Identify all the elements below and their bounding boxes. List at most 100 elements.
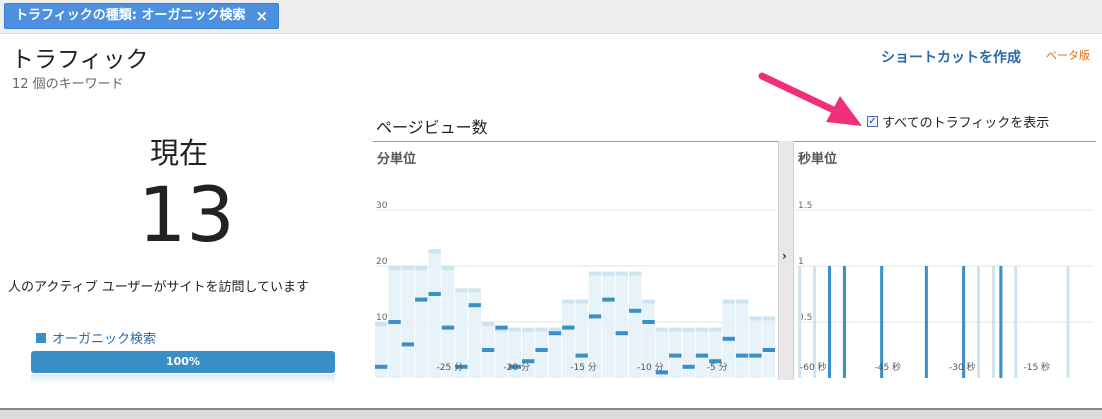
all-traffic-bar-cap [508,327,522,332]
organic-bar-marker [682,364,695,369]
chart-divider[interactable]: › [778,141,794,380]
x-tick-label: -25 分 [437,362,464,373]
all-traffic-bar [615,271,628,378]
all-traffic-bar [749,316,762,378]
show-all-traffic-checkbox[interactable]: ✓ [867,116,878,127]
beta-badge: ベータ版 [1046,49,1090,62]
all-traffic-bar [1066,266,1070,378]
filter-chip-label: トラフィックの種類: オーガニック検索 [15,8,246,23]
all-traffic-bar [375,322,388,378]
organic-bar-marker [401,342,415,347]
organic-bar-marker [468,303,481,308]
per-minute-chart-svg: 30 20 10 -25 分 -20 分 -15 分 -10 分 -5 分 [375,201,776,378]
x-tick-label: -30 秒 [949,361,976,373]
all-traffic-bar-cap [709,327,722,332]
all-traffic-bar-cap [375,322,388,326]
organic-bar-marker [695,353,709,358]
keyword-count: 12 個のキーワード [12,77,124,92]
all-traffic-bar-cap [695,327,709,332]
organic-bar-marker [562,325,575,330]
x-tick-label: -5 分 [707,362,728,373]
create-shortcut-link[interactable]: ショートカットを作成 [881,47,1021,67]
now-label: 現在 [150,136,209,170]
x-tick-label: -60 秒 [800,361,827,373]
all-traffic-bar [401,266,415,378]
y-tick-label: 20 [376,257,388,267]
organic-bar-marker [548,331,562,336]
all-traffic-bar [468,288,481,378]
x-tick-label: -45 秒 [875,361,902,373]
all-traffic-bar-cap [428,249,441,254]
all-traffic-bar [977,266,981,378]
organic-bar-marker [722,336,735,341]
page-title: トラフィック [11,47,149,73]
organic-bar-marker [495,325,508,330]
all-traffic-bar-cap [415,266,428,270]
progress-label: 100% [166,355,200,368]
all-traffic-bar [415,266,428,378]
close-icon[interactable]: × [255,4,268,28]
all-traffic-bar [798,266,802,378]
all-traffic-bar-cap [388,266,401,270]
all-traffic-bar [682,327,695,378]
all-traffic-bar-cap [735,299,749,304]
legend-label: オーガニック検索 [52,332,157,347]
organic-bar-marker [375,364,388,369]
all-traffic-bar-cap [575,299,588,304]
x-tick-label: -20 分 [503,362,530,373]
show-all-traffic-label: すべてのトラフィックを表示 [882,116,1050,131]
bottom-panel-edge [0,408,1102,419]
organic-bar [828,266,832,378]
all-traffic-bar-cap [522,327,535,332]
all-traffic-bar [813,266,817,378]
organic-bar-marker [735,353,749,358]
organic-bar [880,266,884,378]
organic-bar-marker [628,308,642,313]
all-traffic-bar-cap [548,327,562,332]
y-tick-label: 1.5 [798,201,812,211]
organic-bar-marker [388,320,401,324]
y-tick-label: 1 [798,257,804,267]
all-traffic-bar [428,249,441,378]
legend-swatch [36,332,46,343]
organic-bar-marker [441,325,455,330]
chevron-right-icon[interactable]: › [782,249,787,263]
organic-bar-marker [762,348,775,352]
all-traffic-bar-cap [481,322,495,326]
all-traffic-bar [535,327,548,378]
traffic-type-filter-chip[interactable]: トラフィックの種類: オーガニック検索 × [4,3,280,29]
all-traffic-bar-cap [642,299,655,304]
all-traffic-bar-cap [615,271,628,276]
pointer-arrow-icon [758,72,862,126]
y-tick-label: 30 [376,201,388,211]
organic-bar-marker [749,353,762,358]
all-traffic-bar-cap [535,327,548,332]
x-tick-label: -10 分 [637,362,664,373]
traffic-progress-bar: 100% [31,351,335,373]
pageviews-title: ページビュー数 [376,118,488,137]
all-traffic-bar-cap [682,327,695,332]
organic-bar [842,266,846,378]
all-traffic-bar-cap [562,299,575,304]
per-second-chart-title: 秒単位 [798,152,838,167]
organic-bar-marker [669,353,682,358]
show-all-traffic-option[interactable]: ✓ すべてのトラフィックを表示 [867,112,1049,131]
per-second-chart-svg: 1.510.5-60 秒 -45 秒 -30 秒 -15 秒 [796,201,1094,378]
per-minute-chart-title: 分単位 [377,152,417,167]
all-traffic-bar-cap [602,271,615,276]
all-traffic-bar-cap [455,288,468,293]
organic-bar-marker [575,353,588,358]
organic-bar [999,266,1003,378]
organic-bar [924,266,928,378]
progress-bar-reflection [31,374,335,384]
all-traffic-bar [669,327,682,378]
all-traffic-bar-cap [441,266,455,270]
organic-bar [962,266,966,378]
all-traffic-bar [602,271,615,378]
all-traffic-bar [735,299,749,378]
organic-bar-marker [642,320,655,324]
all-traffic-bar [1014,266,1018,378]
organic-bar-marker [415,297,428,302]
per-minute-chart: 分単位 30 20 10 -25 分 -20 分 -15 分 -10 分 -5 分 [373,141,778,380]
traffic-legend[interactable]: オーガニック検索 [36,328,156,347]
